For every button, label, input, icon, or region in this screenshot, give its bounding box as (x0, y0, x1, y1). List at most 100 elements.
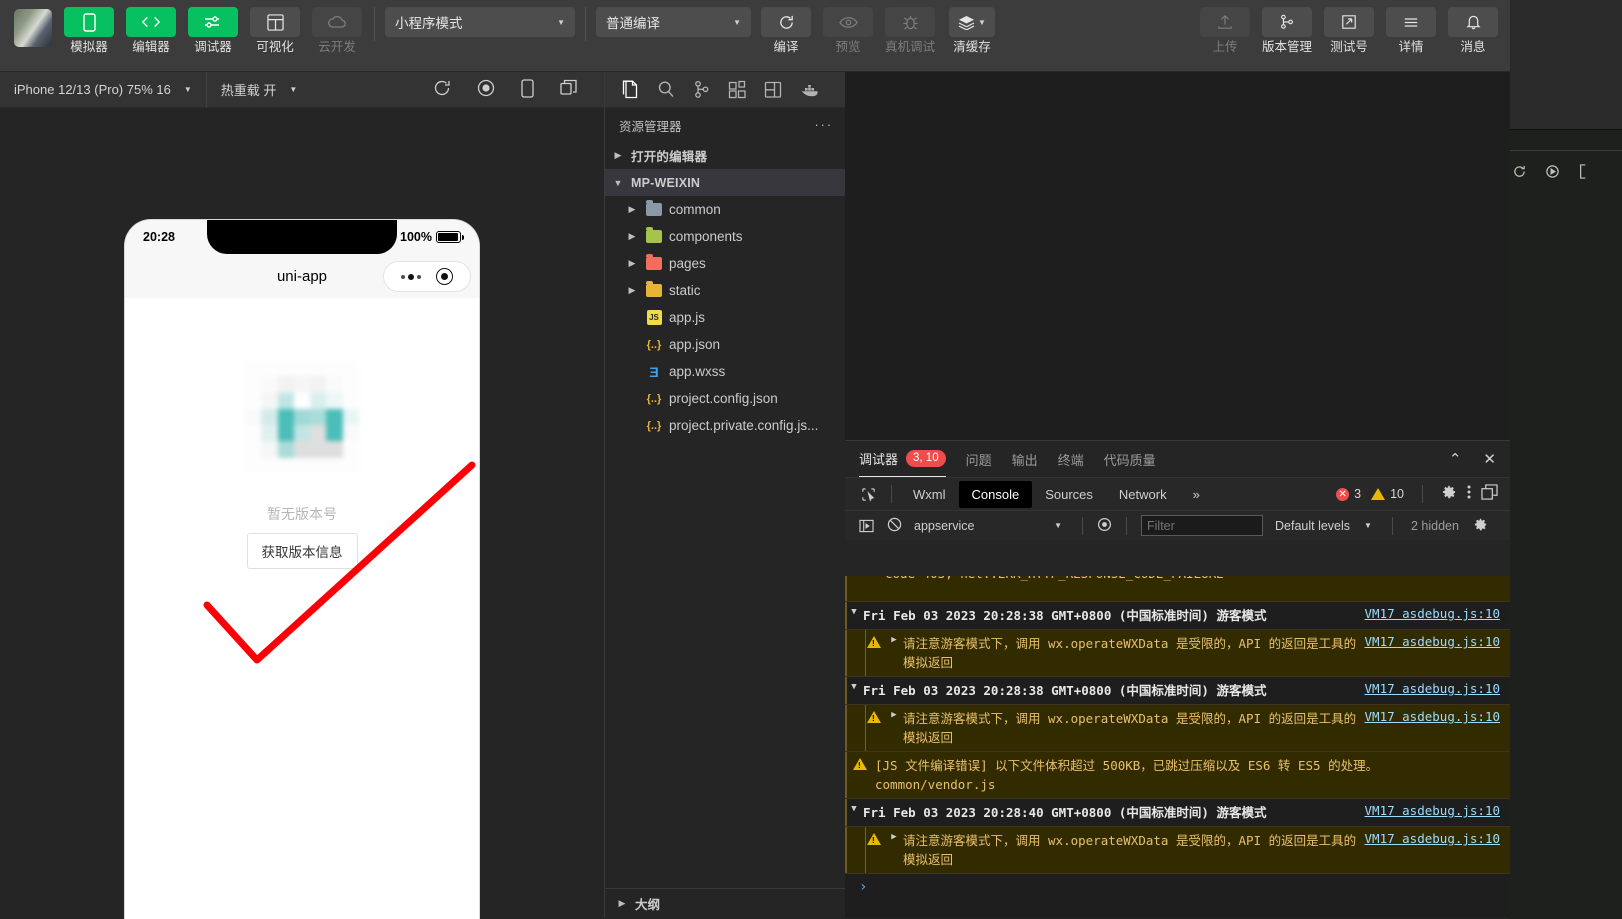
console-message[interactable]: [JS 文件编译错误] 以下文件体积超过 500KB，已跳过压缩以及 ES6 转… (845, 752, 1510, 799)
tree-item-app-json[interactable]: ▶ {..} app.json (605, 331, 845, 358)
toolbar-button-upload[interactable]: 上传 (1198, 7, 1252, 54)
refresh-icon[interactable] (433, 79, 451, 101)
console-source-link[interactable]: VM17 asdebug.js:10 (1365, 831, 1500, 846)
toolbar-button-visual[interactable]: 可视化 (248, 7, 302, 54)
extensions-icon[interactable] (728, 80, 746, 99)
json-file-icon: {..} (646, 338, 662, 351)
toolbar-button-editor[interactable]: 编辑器 (124, 7, 178, 54)
collapse-triangle-icon[interactable]: ▼ (845, 803, 863, 822)
tree-item-common[interactable]: ▶ common (605, 196, 845, 223)
multi-window-icon[interactable] (560, 79, 578, 101)
warning-count-badge[interactable]: 10 (1371, 487, 1404, 501)
tree-item-label: common (669, 202, 721, 217)
action-button-preview[interactable]: 预览 (821, 7, 875, 54)
hot-reload-select[interactable]: 热重载 开 ▼ (207, 72, 312, 108)
tree-item-pages[interactable]: ▶ pages (605, 250, 845, 277)
action-label-preview: 预览 (835, 40, 861, 54)
clear-console-icon[interactable] (887, 517, 902, 535)
device-icon[interactable] (521, 78, 534, 101)
gear-icon[interactable] (1441, 484, 1457, 505)
cdt-tab-console[interactable]: Console (958, 480, 1033, 508)
dock-icon[interactable] (1481, 483, 1498, 505)
action-button-realdevice[interactable]: 真机调试 (883, 7, 937, 54)
source-control-icon[interactable] (693, 80, 710, 99)
wechat-capsule-button[interactable] (383, 261, 471, 292)
cdt-tab-wxml[interactable]: Wxml (900, 481, 959, 508)
tab-output[interactable]: 输出 (1012, 441, 1038, 477)
chevron-down-icon: ▼ (613, 177, 623, 188)
outline-section[interactable]: ▶ 大纲 (605, 888, 845, 918)
docker-icon[interactable] (800, 82, 820, 98)
main-toolbar: 模拟器 编辑器 调试器 可视化 云开发 小程序模式 ▼ 普通编译 ▼ 编译 预览… (0, 0, 1510, 72)
gear-icon[interactable] (1473, 517, 1488, 535)
tab-debugger[interactable]: 调试器 3, 10 (859, 441, 946, 477)
console-source-link[interactable]: VM17 asdebug.js:10 (1365, 681, 1500, 696)
log-level-select[interactable]: Default levels ▼ (1269, 519, 1378, 533)
json-file-icon: {..} (646, 392, 662, 405)
console-prompt[interactable]: › (845, 874, 1510, 900)
console-message[interactable]: ▼ Fri Feb 03 2023 20:28:40 GMT+0800 (中国标… (845, 799, 1510, 827)
tree-item-app-wxss[interactable]: ▶ Ǝ app.wxss (605, 358, 845, 385)
close-icon[interactable]: ✕ (1483, 450, 1496, 468)
action-button-compile[interactable]: 编译 (759, 7, 813, 54)
tree-section-open-editors[interactable]: ▶ 打开的编辑器 (605, 142, 845, 169)
console-source-link[interactable]: VM17 asdebug.js:10 (1365, 606, 1500, 621)
tab-code-quality[interactable]: 代码质量 (1104, 441, 1156, 477)
console-sidebar-icon[interactable] (851, 519, 881, 533)
inspect-element-icon[interactable] (853, 487, 883, 502)
cdt-tab-sources[interactable]: Sources (1032, 481, 1106, 508)
console-message[interactable]: ▶ 请注意游客模式下，调用 wx.operateWXData 是受限的，API … (845, 630, 1510, 677)
toolbar-button-debugger[interactable]: 调试器 (186, 7, 240, 54)
files-icon[interactable] (621, 80, 639, 99)
compile-select[interactable]: 普通编译 ▼ (596, 7, 751, 37)
record-icon[interactable] (477, 79, 495, 101)
tab-problems[interactable]: 问题 (966, 441, 992, 477)
collapse-triangle-icon[interactable]: ▼ (845, 681, 863, 700)
tree-item-components[interactable]: ▶ components (605, 223, 845, 250)
layout-icon[interactable] (764, 80, 782, 99)
avatar[interactable] (14, 9, 52, 47)
mode-select[interactable]: 小程序模式 ▼ (385, 7, 575, 37)
toolbar-button-cloud[interactable]: 云开发 (310, 7, 364, 54)
tree-section-mp-weixin[interactable]: ▼ MP-WEIXIN (605, 169, 845, 196)
toolbar-button-details[interactable]: 详情 (1384, 7, 1438, 54)
action-button-clearcache[interactable]: ▼ 清缓存 (945, 7, 999, 54)
tree-item-project-config[interactable]: ▶ {..} project.config.json (605, 385, 845, 412)
toolbar-button-simulator[interactable]: 模拟器 (62, 7, 116, 54)
collapse-triangle-icon[interactable]: ▼ (845, 606, 863, 625)
error-count-badge[interactable]: ✕ 3 (1336, 487, 1361, 501)
console-source-link[interactable]: VM17 asdebug.js:10 (1365, 803, 1500, 818)
console-message[interactable]: code 403, net::ERR_HTTP_RESPONSE_CODE_FA… (845, 576, 1510, 602)
tab-terminal[interactable]: 终端 (1058, 441, 1084, 477)
console-message[interactable]: ▼ Fri Feb 03 2023 20:28:38 GMT+0800 (中国标… (845, 677, 1510, 705)
get-version-button[interactable]: 获取版本信息 (246, 533, 358, 569)
expand-triangle-icon[interactable]: ▶ (885, 709, 903, 747)
cdt-tab-more[interactable]: » (1180, 481, 1213, 508)
console-source-link[interactable]: VM17 asdebug.js:10 (1365, 709, 1500, 724)
console-message[interactable]: ▶ 请注意游客模式下，调用 wx.operateWXData 是受限的，API … (845, 705, 1510, 752)
tree-item-app-js[interactable]: ▶ JS app.js (605, 304, 845, 331)
live-expression-icon[interactable] (1097, 517, 1112, 535)
console-context-select[interactable]: appservice ▼ (908, 519, 1068, 533)
expand-triangle-icon[interactable]: ▶ (885, 634, 903, 672)
tree-item-label: project.private.config.js... (669, 418, 819, 433)
search-icon[interactable] (657, 80, 675, 99)
filter-input[interactable] (1141, 515, 1263, 536)
console-output[interactable]: code 403, net::ERR_HTTP_RESPONSE_CODE_FA… (845, 576, 1510, 918)
expand-triangle-icon[interactable]: ▶ (885, 831, 903, 869)
console-message[interactable]: ▶ 请注意游客模式下，调用 wx.operateWXData 是受限的，API … (845, 827, 1510, 874)
toolbar-button-version[interactable]: 版本管理 (1260, 7, 1314, 54)
tree-item-static[interactable]: ▶ static (605, 277, 845, 304)
toolbar-button-testid[interactable]: 测试号 (1322, 7, 1376, 54)
collapse-icon[interactable]: ⌃ (1449, 450, 1462, 468)
device-select[interactable]: iPhone 12/13 (Pro) 75% 16 ▼ (0, 71, 207, 108)
chrome-devtools-tabs: Wxml Console Sources Network » ✕ 3 10 (845, 477, 1510, 510)
console-source-link[interactable]: VM17 asdebug.js:10 (1365, 634, 1500, 649)
cdt-tab-network[interactable]: Network (1106, 481, 1180, 508)
kebab-icon[interactable] (1467, 484, 1471, 505)
console-message[interactable]: ▼ Fri Feb 03 2023 20:28:38 GMT+0800 (中国标… (845, 602, 1510, 630)
simulator-icon-group (433, 78, 604, 101)
toolbar-button-messages[interactable]: 消息 (1446, 7, 1500, 54)
explorer-more-button[interactable]: ··· (815, 118, 834, 132)
tree-item-project-private-config[interactable]: ▶ {..} project.private.config.js... (605, 412, 845, 439)
